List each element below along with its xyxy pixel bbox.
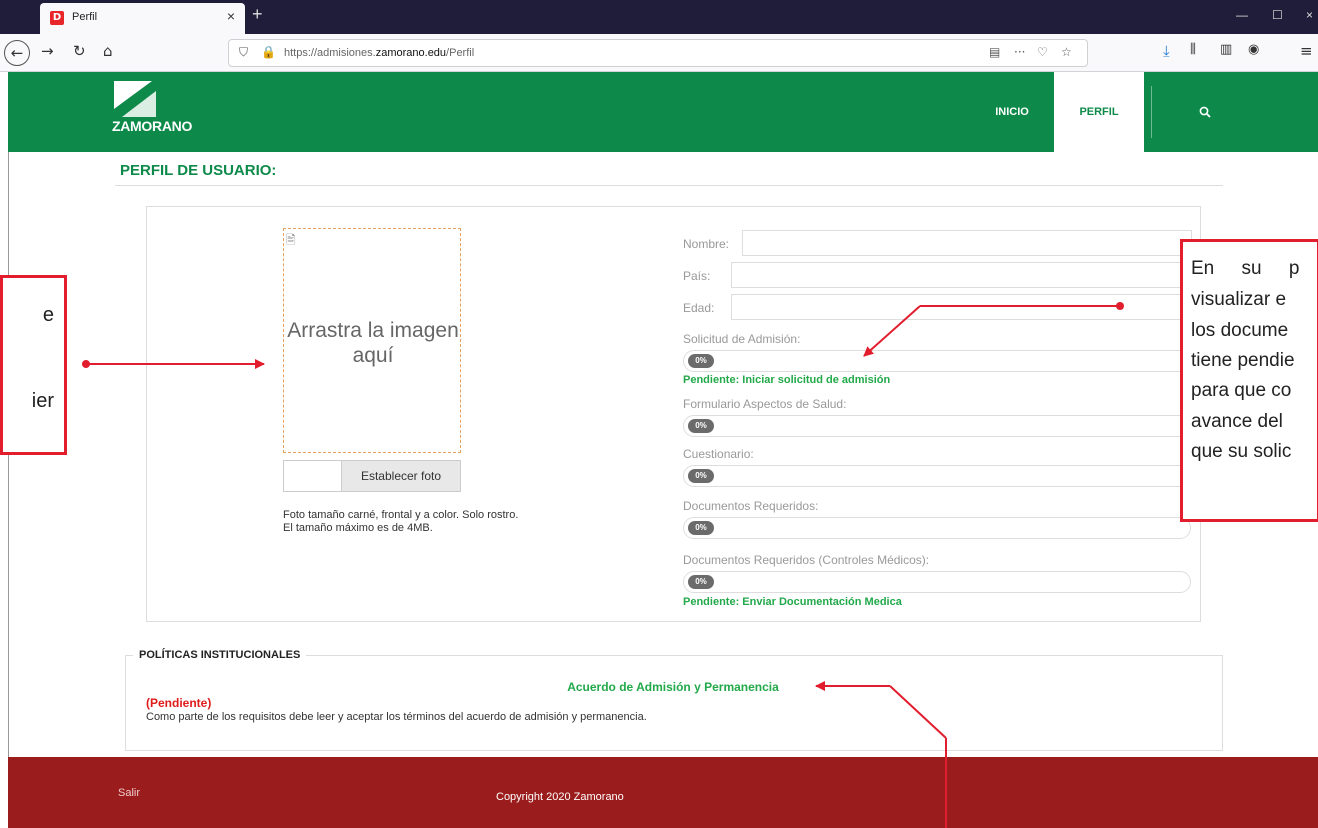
callout-right-line: tiene pendie	[1191, 350, 1295, 371]
pocket-icon[interactable]: ♡	[1037, 45, 1048, 59]
progress-label-salud: Formulario Aspectos de Salud:	[683, 397, 847, 411]
callout-right-line: En su p	[1191, 258, 1300, 279]
dropzone-text: Arrastra la imagen aquí	[287, 319, 459, 367]
progress-value: 0%	[688, 469, 714, 483]
logout-link[interactable]: Salir	[118, 787, 140, 799]
callout-right-line: los docume	[1191, 320, 1289, 341]
logo-text[interactable]: ZAMORANO	[112, 118, 192, 134]
status-solicitud: Pendiente: Iniciar solicitud de admisión	[683, 374, 891, 386]
search-icon[interactable]	[1190, 72, 1220, 152]
progress-value: 0%	[688, 354, 714, 368]
callout-left-line: e	[42, 304, 54, 326]
callout-right: En su p visualizar e los docume tiene pe…	[1180, 239, 1318, 522]
callout-right-line: para que co	[1191, 380, 1292, 401]
progress-bar-salud: 0%	[683, 415, 1191, 437]
window-close-icon[interactable]: ×	[1306, 8, 1313, 22]
callout-left: e ier	[0, 275, 67, 455]
menu-perfil[interactable]: PERFIL	[1054, 72, 1144, 152]
callout-left-line: ier	[31, 390, 54, 412]
progress-label-solicitud: Solicitud de Admisión:	[683, 332, 801, 346]
page-title: PERFIL DE USUARIO:	[120, 162, 277, 179]
bookmark-star-icon[interactable]: ☆	[1061, 45, 1072, 59]
nombre-label: Nombre:	[683, 237, 730, 251]
photo-dropzone[interactable]: 🖹 Arrastra la imagen aquí	[283, 228, 461, 453]
set-photo-button[interactable]: Establecer foto	[341, 460, 461, 492]
broken-image-icon: 🖹	[286, 233, 296, 247]
download-icon[interactable]: ⤓	[1163, 42, 1170, 60]
browser-navigation-bar: ← → ↻ ⌂ ⛉ 🔒 https://admisiones.zamorano.…	[0, 34, 1318, 72]
pais-label: País:	[683, 269, 711, 283]
zamorano-logo-icon	[114, 81, 156, 117]
photo-note: Foto tamaño carné, frontal y a color. So…	[283, 509, 519, 534]
minimize-icon[interactable]: —	[1236, 8, 1248, 22]
menu-inicio[interactable]: INICIO	[976, 72, 1048, 152]
browser-tab[interactable]: D Perfil ×	[40, 3, 245, 34]
callout-right-line: avance del	[1191, 411, 1283, 432]
progress-value: 0%	[688, 419, 714, 433]
forward-icon[interactable]: →	[41, 42, 54, 60]
progress-label-controles: Documentos Requeridos (Controles Médicos…	[683, 553, 930, 567]
maximize-icon[interactable]: ☐	[1272, 8, 1283, 22]
progress-bar-solicitud: 0%	[683, 350, 1191, 372]
policy-description: Como parte de los requisitos debe leer y…	[146, 711, 647, 723]
back-icon[interactable]: ←	[4, 40, 30, 66]
admission-agreement-link[interactable]: Acuerdo de Admisión y Permanencia	[0, 680, 1318, 694]
callout-right-line: que su solic	[1191, 441, 1292, 462]
nombre-field[interactable]	[742, 230, 1192, 256]
file-input[interactable]	[283, 460, 341, 492]
sidebar-icon[interactable]: ▥	[1220, 42, 1232, 57]
url-text[interactable]: https://admisiones.zamorano.edu/Perfil	[284, 47, 474, 59]
menu-divider	[1151, 86, 1152, 138]
policies-fieldset	[125, 655, 1223, 751]
site-header: ZAMORANO INICIO PERFIL	[8, 72, 1318, 152]
edad-label: Edad:	[683, 301, 715, 315]
callout-right-line: visualizar e	[1191, 289, 1287, 310]
copyright-text: Copyright 2020 Zamorano	[496, 791, 624, 803]
browser-tab-bar: D Perfil × + — ☐ ×	[0, 0, 1318, 34]
progress-value: 0%	[688, 575, 714, 589]
account-icon[interactable]: ◉	[1248, 42, 1259, 57]
progress-bar-documentos: 0%	[683, 517, 1191, 539]
status-controles: Pendiente: Enviar Documentación Medica	[683, 596, 902, 608]
pais-field[interactable]	[731, 262, 1192, 288]
new-tab-icon[interactable]: +	[252, 4, 263, 25]
progress-bar-controles: 0%	[683, 571, 1191, 593]
reload-icon[interactable]: ↻	[73, 42, 86, 60]
library-icon[interactable]: ⫼	[1190, 42, 1196, 57]
lock-icon[interactable]: 🔒	[261, 45, 276, 59]
home-icon[interactable]: ⌂	[103, 42, 113, 60]
progress-bar-cuestionario: 0%	[683, 465, 1191, 487]
reader-view-icon[interactable]: ▤	[989, 45, 1000, 59]
site-footer: Salir Copyright 2020 Zamorano	[8, 757, 1318, 828]
progress-label-cuestionario: Cuestionario:	[683, 447, 754, 461]
more-actions-icon[interactable]: ···	[1014, 45, 1025, 59]
shield-icon[interactable]: ⛉	[239, 45, 248, 60]
site-favicon-icon: D	[50, 11, 64, 25]
policies-legend: POLÍTICAS INSTITUCIONALES	[133, 649, 307, 661]
tab-close-icon[interactable]: ×	[227, 8, 235, 24]
url-bar[interactable]: ⛉ 🔒 https://admisiones.zamorano.edu/Perf…	[228, 39, 1088, 67]
tab-title: Perfil	[72, 11, 98, 23]
progress-value: 0%	[688, 521, 714, 535]
title-divider	[115, 185, 1223, 186]
policy-status: (Pendiente)	[146, 696, 212, 710]
menu-icon[interactable]: ≡	[1300, 42, 1313, 60]
progress-label-documentos: Documentos Requeridos:	[683, 499, 819, 513]
edad-field[interactable]	[731, 294, 1192, 320]
